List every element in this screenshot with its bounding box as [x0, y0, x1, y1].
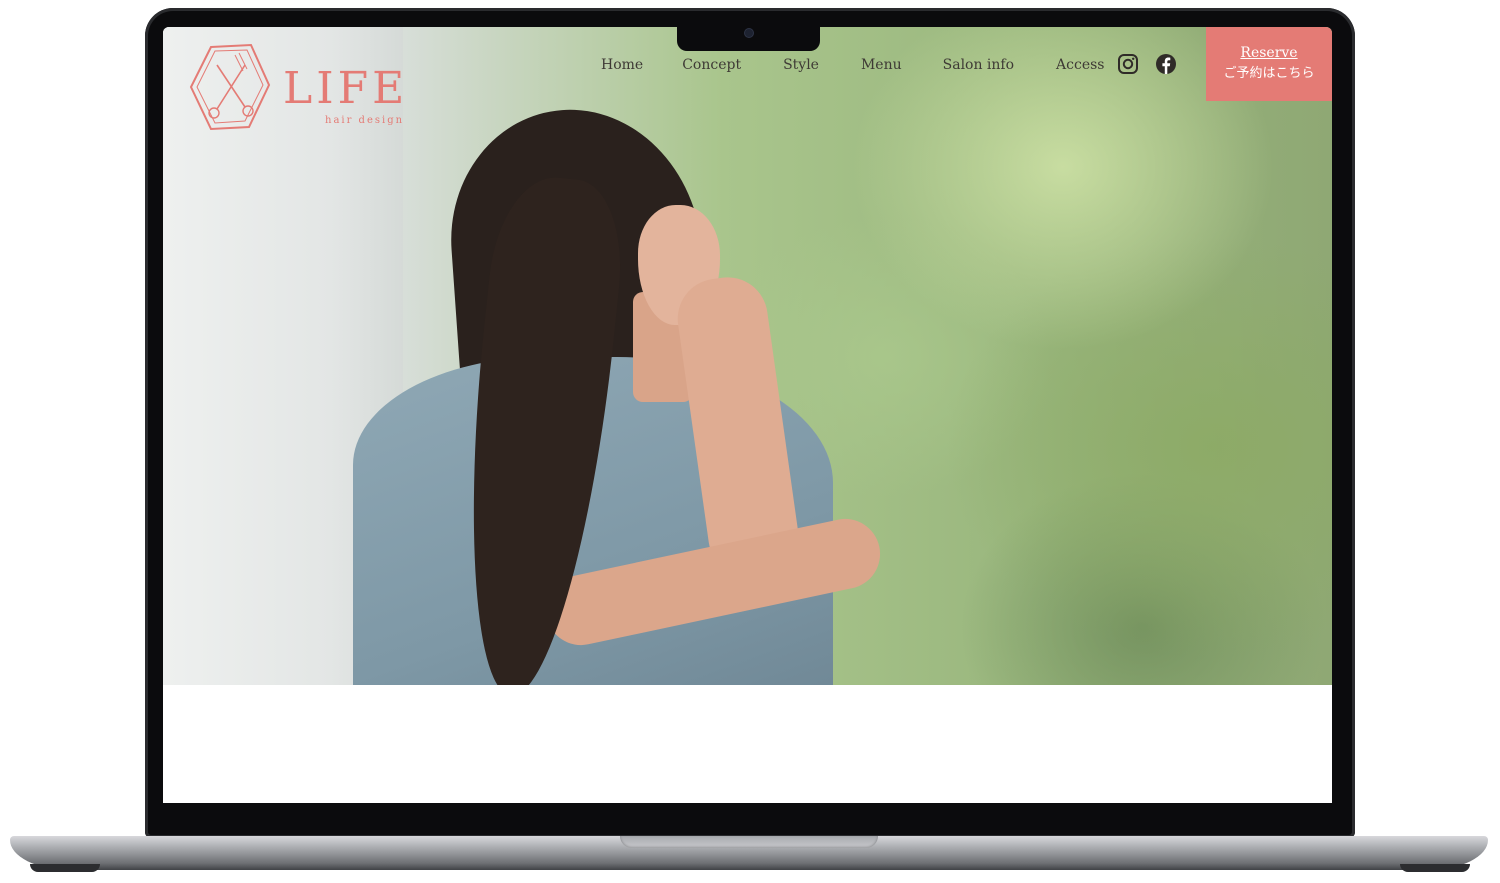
laptop-foot-left [30, 864, 100, 872]
nav-style[interactable]: Style [783, 57, 819, 73]
nav-access[interactable]: Access [1056, 57, 1104, 73]
laptop-foot-right [1400, 864, 1470, 872]
logo-wordmark: LIFE [283, 63, 408, 114]
camera-icon [745, 29, 753, 37]
reserve-label-ja: ご予約はこちら [1223, 66, 1315, 81]
main-nav: Home Concept Style Menu Salon info Acces… [601, 57, 1105, 73]
instagram-icon[interactable] [1117, 53, 1139, 75]
reserve-label-en: Reserve [1240, 45, 1298, 61]
website-screen: LIFE hair design Home Concept Style Menu… [163, 27, 1332, 803]
nav-concept[interactable]: Concept [682, 57, 741, 73]
nav-menu[interactable]: Menu [861, 57, 902, 73]
logo-tagline: hair design [325, 115, 404, 126]
nav-home[interactable]: Home [601, 57, 643, 73]
site-logo[interactable]: LIFE hair design [187, 41, 417, 133]
scissors-hexagon-icon [189, 43, 271, 131]
reserve-button[interactable]: Reserve ご予約はこちら [1206, 27, 1332, 101]
facebook-icon[interactable] [1155, 53, 1177, 75]
laptop-open-notch [620, 836, 878, 848]
nav-salon-info[interactable]: Salon info [943, 57, 1014, 73]
